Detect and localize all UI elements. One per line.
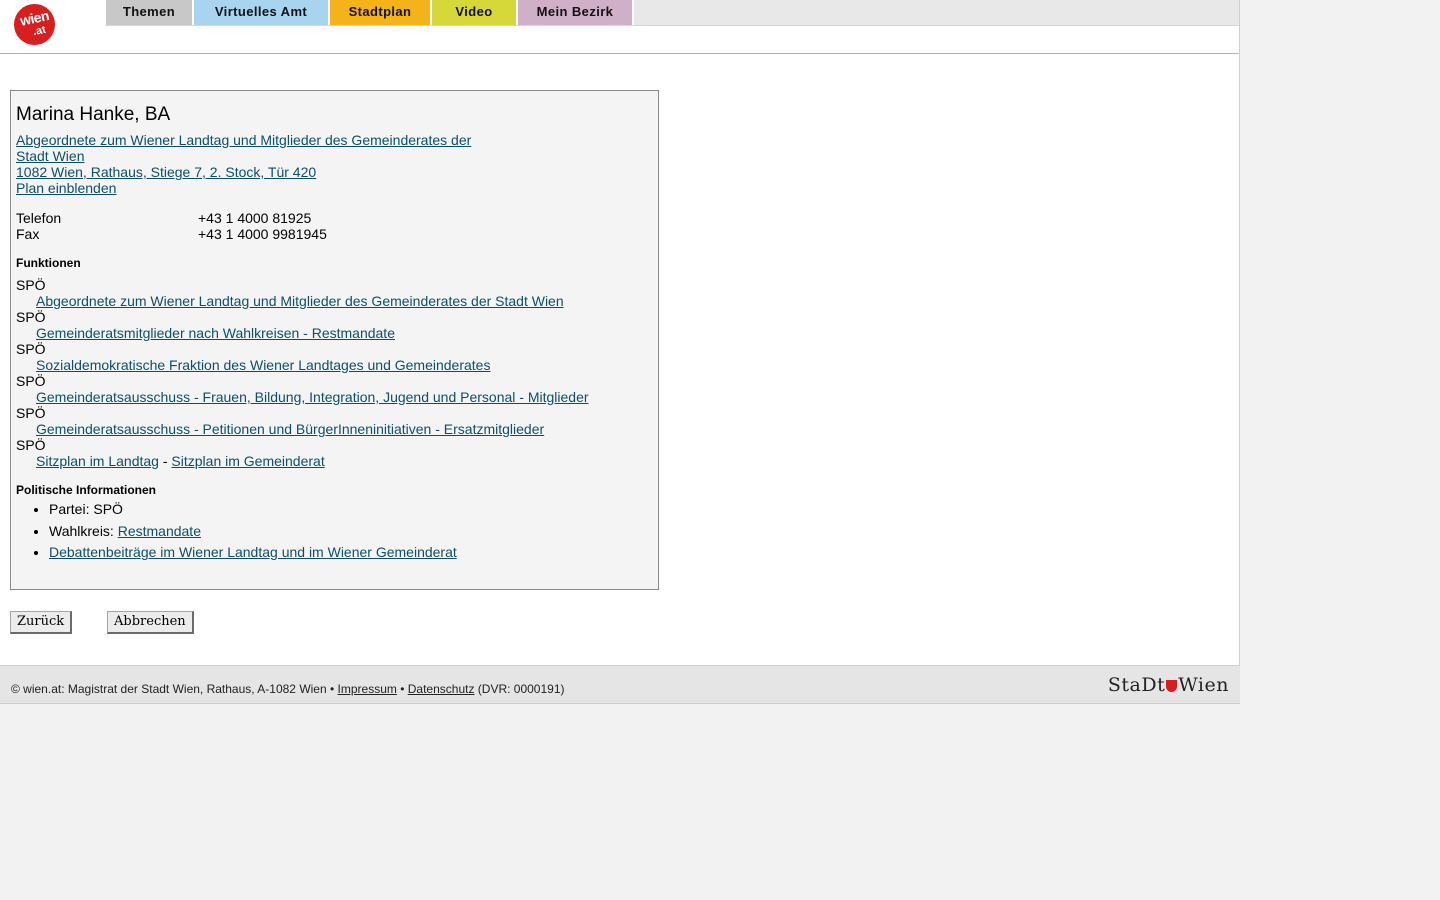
phone-row: Telefon +43 1 4000 81925 xyxy=(16,210,311,226)
impressum-link[interactable]: Impressum xyxy=(338,682,397,696)
dvr-text: (DVR: 0000191) xyxy=(474,682,565,696)
organization-link-line1[interactable]: Abgeordnete zum Wiener Landtag und Mitgl… xyxy=(16,132,471,148)
seating-plan-landtag-link[interactable]: Sitzplan im Landtag xyxy=(36,453,159,469)
phone-value: +43 1 4000 81925 xyxy=(198,210,312,226)
party-value: SPÖ xyxy=(93,501,123,517)
person-name: Marina Hanke, BA xyxy=(16,104,171,125)
function-party: SPÖ xyxy=(16,309,46,325)
stadt-wien-logo[interactable]: StaDt Wien xyxy=(1108,674,1229,696)
tab-themen[interactable]: Themen xyxy=(106,0,194,25)
fax-row: Fax +43 1 4000 9981945 xyxy=(16,226,327,242)
tab-virtuelles-amt[interactable]: Virtuelles Amt xyxy=(194,0,330,25)
organization-link-line2[interactable]: Stadt Wien xyxy=(16,148,84,164)
party-label: Partei: xyxy=(49,501,94,517)
fax-label: Fax xyxy=(16,226,40,242)
functions-heading: Funktionen xyxy=(16,256,81,270)
fax-value: +43 1 4000 9981945 xyxy=(198,226,327,242)
cancel-button[interactable]: Abbrechen xyxy=(107,611,194,634)
footer-text: © wien.at: Magistrat der Stadt Wien, Rat… xyxy=(11,682,565,696)
seating-plan-gemeinderat-link[interactable]: Sitzplan im Gemeinderat xyxy=(171,453,324,469)
tab-video[interactable]: Video xyxy=(432,0,518,25)
link-separator: - xyxy=(158,453,172,469)
function-party: SPÖ xyxy=(16,373,46,389)
logo-stadt-text: StaDt xyxy=(1107,674,1166,696)
person-detail-card: Marina Hanke, BA Abgeordnete zum Wiener … xyxy=(10,90,659,590)
political-info-heading: Politische Informationen xyxy=(16,483,157,497)
district-label: Wahlkreis: xyxy=(49,522,118,539)
function-link[interactable]: Gemeinderatsmitglieder nach Wahlkreisen … xyxy=(36,325,395,341)
page-container: wien .at Themen Virtuelles Amt Stadtplan… xyxy=(0,0,1240,704)
function-link[interactable]: Abgeordnete zum Wiener Landtag und Mitgl… xyxy=(36,293,564,309)
show-map-link[interactable]: Plan einblenden xyxy=(16,180,116,196)
function-link[interactable]: Gemeinderatsausschuss - Frauen, Bildung,… xyxy=(36,389,589,405)
tab-stadtplan[interactable]: Stadtplan xyxy=(330,0,432,25)
logo-wien-text: Wien xyxy=(1178,674,1229,696)
address-link[interactable]: 1082 Wien, Rathaus, Stiege 7, 2. Stock, … xyxy=(16,164,316,180)
function-party: SPÖ xyxy=(16,277,46,293)
function-link[interactable]: Gemeinderatsausschuss - Petitionen und B… xyxy=(36,421,544,437)
debates-link[interactable]: Debattenbeiträge im Wiener Landtag und i… xyxy=(49,544,457,560)
function-party: SPÖ xyxy=(16,341,46,357)
top-navigation: Themen Virtuelles Amt Stadtplan Video Me… xyxy=(106,0,1239,26)
function-party: SPÖ xyxy=(16,405,46,421)
district-link[interactable]: Restmandate xyxy=(118,523,201,539)
site-header: wien .at Themen Virtuelles Amt Stadtplan… xyxy=(0,0,1239,54)
tab-mein-bezirk[interactable]: Mein Bezirk xyxy=(518,0,634,25)
list-item: Partei: SPÖ xyxy=(49,499,457,521)
datenschutz-link[interactable]: Datenschutz xyxy=(408,682,475,696)
phone-label: Telefon xyxy=(16,210,62,226)
footer-bullet: • xyxy=(396,682,408,696)
function-party: SPÖ xyxy=(16,437,46,453)
wien-at-logo[interactable]: wien .at xyxy=(14,4,55,45)
back-button[interactable]: Zurück xyxy=(10,611,73,634)
wien-shield-icon xyxy=(1166,680,1178,692)
list-item: Debattenbeiträge im Wiener Landtag und i… xyxy=(49,542,457,564)
copyright-text: © wien.at: Magistrat der Stadt Wien, Rat… xyxy=(11,682,338,696)
list-item: Wahlkreis: Restmandate xyxy=(49,521,457,543)
site-footer: © wien.at: Magistrat der Stadt Wien, Rat… xyxy=(0,665,1240,704)
political-info-list: Partei: SPÖ Wahlkreis: Restmandate Debat… xyxy=(16,499,457,564)
function-link[interactable]: Sozialdemokratische Fraktion des Wiener … xyxy=(36,357,490,373)
